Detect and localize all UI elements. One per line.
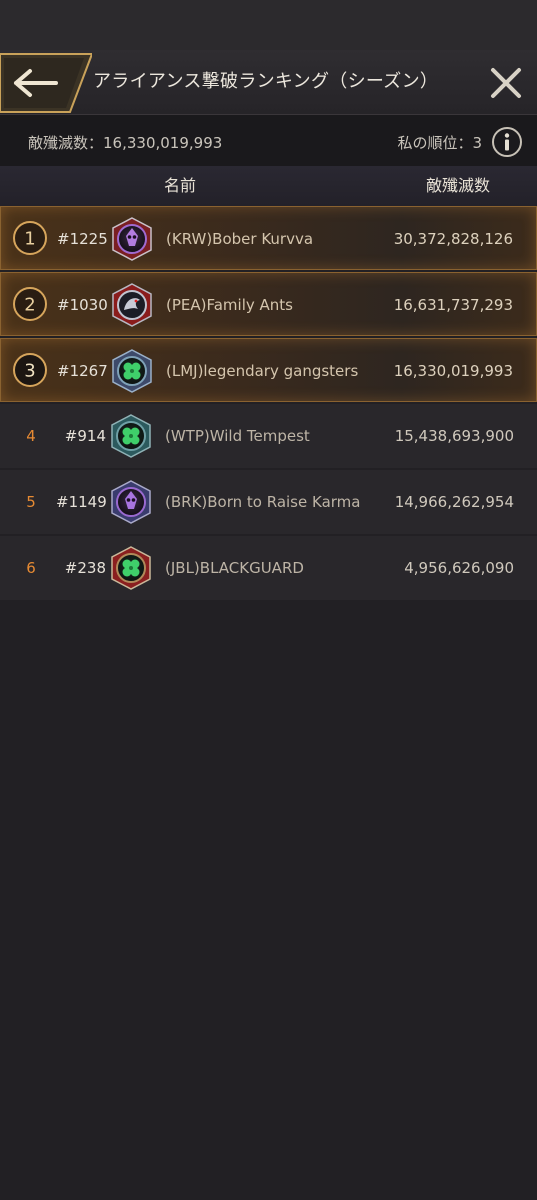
kill-count: 15,438,693,900 (394, 427, 514, 445)
close-icon (491, 68, 521, 98)
alliance-name: (BRK)Born to Raise Karma (165, 493, 361, 511)
server-number: #914 (64, 427, 106, 445)
rank-badge-icon: 2 (12, 286, 48, 322)
purple-skull-emblem-icon (109, 216, 155, 262)
back-button[interactable] (0, 51, 92, 113)
kill-count: 16,330,019,993 (393, 362, 513, 380)
stats-bar: 敵殲滅数：16,330,019,993 私の順位：3 (0, 114, 537, 167)
purple-skull-emblem-icon (108, 479, 154, 525)
server-number: #1149 (56, 493, 107, 511)
server-number: #238 (64, 559, 106, 577)
column-kills: 敵殲滅数 (426, 176, 491, 195)
kill-count: 4,956,626,090 (404, 559, 514, 577)
my-rank-label: 私の順位：3 (397, 134, 482, 152)
alliance-name: (JBL)BLACKGUARD (165, 559, 304, 577)
rank-badge-icon: 3 (12, 352, 48, 388)
kill-count: 16,631,737,293 (393, 296, 513, 314)
rank-number: 6 (26, 559, 36, 577)
kill-count: 14,966,262,954 (394, 493, 514, 511)
arrow-left-icon (0, 53, 92, 113)
server-number: #1267 (57, 362, 108, 380)
svg-text:2: 2 (24, 295, 35, 316)
rank-number: 4 (26, 427, 36, 445)
alliance-name: (LMJ)legendary gangsters (166, 362, 359, 380)
clover-emblem-icon (109, 348, 155, 394)
rank-badge-icon: 1 (12, 220, 48, 256)
close-button[interactable] (486, 63, 526, 103)
clover-emblem-icon (108, 413, 154, 459)
page-title: アライアンス撃破ランキング（シーズン） (93, 71, 439, 92)
alliance-name: (WTP)Wild Tempest (165, 427, 310, 445)
clover-emblem-icon (108, 545, 154, 591)
page-header: アライアンス撃破ランキング（シーズン） (0, 50, 537, 114)
rank-number: 5 (26, 493, 36, 511)
ranking-row[interactable]: 3 #1267 (LMJ)legendary gangsters 16,330,… (0, 338, 537, 402)
column-name: 名前 (164, 176, 197, 195)
server-number: #1030 (57, 296, 108, 314)
kill-count: 30,372,828,126 (393, 230, 513, 248)
alliance-name: (KRW)Bober Kurvva (166, 230, 314, 248)
red-dragon-emblem-icon (109, 282, 155, 328)
info-icon[interactable] (491, 126, 523, 158)
status-strip (0, 0, 537, 50)
ranking-row[interactable]: 2 #1030 (PEA)Family Ants 16,631,737,293 (0, 272, 537, 336)
svg-text:3: 3 (24, 361, 35, 382)
total-kills-label: 敵殲滅数：16,330,019,993 (28, 134, 223, 152)
alliance-name: (PEA)Family Ants (166, 296, 293, 314)
column-header: 名前 敵殲滅数 (0, 166, 537, 206)
server-number: #1225 (57, 230, 108, 248)
ranking-row[interactable]: 1 #1225 (KRW)Bober Kurvva 30,372,828,126 (0, 206, 537, 270)
ranking-row[interactable]: 4 #914 (WTP)Wild Tempest 15,438,693,900 (0, 404, 537, 468)
ranking-row[interactable]: 6 #238 (JBL)BLACKGUARD 4,956,626,090 (0, 536, 537, 600)
ranking-row[interactable]: 5 #1149 (BRK)Born to Raise Karma 14,966,… (0, 470, 537, 534)
svg-text:1: 1 (24, 229, 35, 250)
